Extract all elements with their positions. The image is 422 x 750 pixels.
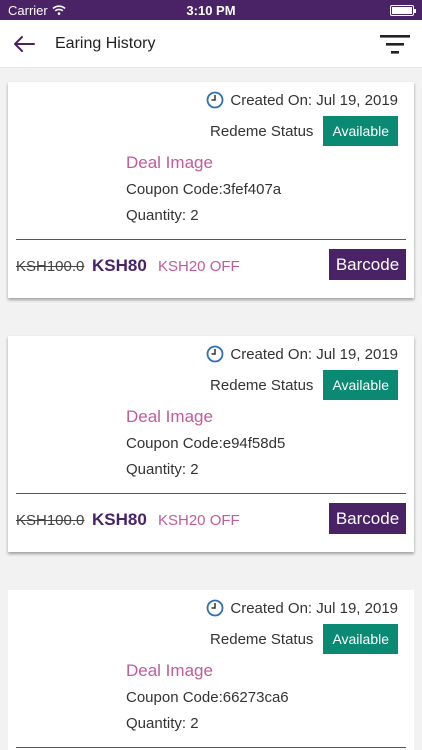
coupon-code: Coupon Code:66273ca6 [126,689,289,706]
battery-icon [390,4,416,16]
deal-image-label: Deal Image [126,661,213,680]
status-time: 3:10 PM [186,2,236,18]
clock-icon [206,599,224,617]
status-badge: Available [323,370,398,400]
page-title: Earing History [55,34,156,52]
quantity: Quantity: 2 [126,207,199,224]
created-date: Created On: Jul 19, 2019 [206,345,398,363]
history-card: Created On: Jul 19, 2019 Redeme Status A… [8,590,414,750]
divider [16,493,406,494]
created-text: Created On: Jul 19, 2019 [230,599,398,617]
redeem-status-row: Redeme Status Available [210,370,398,400]
created-text: Created On: Jul 19, 2019 [230,345,398,363]
status-badge: Available [323,624,398,654]
deal-image-label: Deal Image [126,153,213,172]
divider [16,747,406,748]
back-arrow-icon [14,35,35,52]
quantity: Quantity: 2 [126,715,199,732]
redeem-status-label: Redeme Status [210,376,314,394]
coupon-code: Coupon Code:3fef407a [126,181,282,198]
nav-bar: Earing History [0,20,422,68]
filter-button[interactable] [378,30,412,58]
clock-icon [206,91,224,109]
quantity: Quantity: 2 [126,461,199,478]
discount-amount: KSH20 OFF [158,512,240,529]
history-card: Created On: Jul 19, 2019 Redeme Status A… [8,82,414,298]
status-badge: Available [323,116,398,146]
barcode-button[interactable]: Barcode [329,249,406,280]
filter-icon [380,34,410,54]
redeem-status-row: Redeme Status Available [210,624,398,654]
status-bar: Carrier 3:10 PM [0,0,422,20]
discounted-price: KSH80 [92,256,147,275]
deal-image-label: Deal Image [126,407,213,426]
redeem-status-label: Redeme Status [210,630,314,648]
created-text: Created On: Jul 19, 2019 [230,91,398,109]
redeem-status-row: Redeme Status Available [210,116,398,146]
history-card: Created On: Jul 19, 2019 Redeme Status A… [8,336,414,552]
original-price: KSH100.0 [16,258,85,275]
clock-icon [206,345,224,363]
divider [16,239,406,240]
back-button[interactable] [10,30,38,58]
barcode-button[interactable]: Barcode [329,503,406,534]
discounted-price: KSH80 [92,510,147,529]
original-price: KSH100.0 [16,512,85,529]
created-date: Created On: Jul 19, 2019 [206,599,398,617]
redeem-status-label: Redeme Status [210,122,314,140]
coupon-code: Coupon Code:e94f58d5 [126,435,286,452]
created-date: Created On: Jul 19, 2019 [206,91,398,109]
discount-amount: KSH20 OFF [158,258,240,275]
